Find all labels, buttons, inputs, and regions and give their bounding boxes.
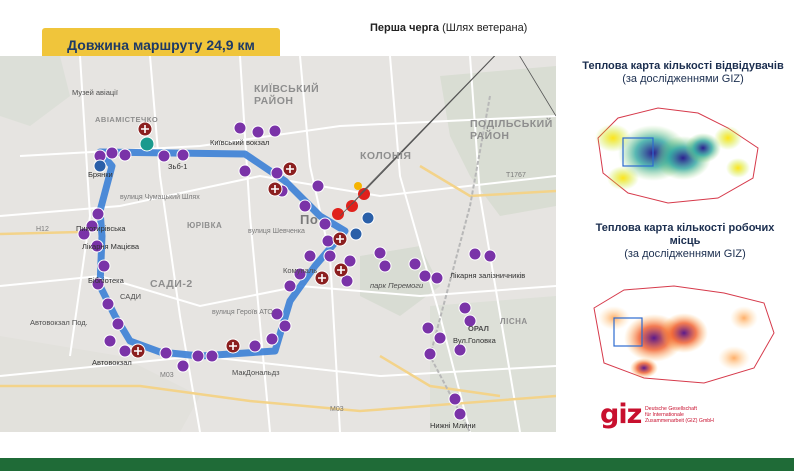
bus-stop-icon [265, 332, 279, 346]
first-stage-label: Перша черга (Шлях ветерана) [370, 22, 527, 34]
heatmap-visitors-image [595, 107, 759, 204]
heatmap-jobs-title: Теплова карта кількості робочих місць (за… [595, 222, 775, 260]
district-lisna: ЛІСНА [500, 317, 528, 326]
bus-stop-icon [105, 146, 119, 160]
bus-stop-icon [191, 349, 205, 363]
label-muzei: Музей авіації [72, 88, 118, 97]
bus-stop-icon [176, 359, 190, 373]
label-kommunalnyi: Комуналь [283, 266, 318, 275]
bus-stop-icon [468, 247, 482, 261]
bus-stop-icon [270, 166, 284, 180]
bus-stop-icon [118, 344, 132, 358]
bus-stop-icon [283, 279, 297, 293]
bus-stop-icon [238, 164, 252, 178]
district-koloniia: КОЛОНІЯ [360, 150, 412, 162]
bus-stop-icon [323, 249, 337, 263]
label-vul-holovka: Вул.Головка [453, 336, 496, 345]
bus-stop-icon [91, 207, 105, 221]
label-avtovokzal: Автовокзал [92, 358, 132, 367]
bus-stop-icon [378, 259, 392, 273]
label-likarnia-zaliznychnykiv: Лікарня залізничників [450, 271, 526, 280]
road-t1767: T1767 [506, 172, 526, 179]
bus-stop-icon [298, 199, 312, 213]
bus-stop-icon [97, 259, 111, 273]
bus-stop-icon [159, 346, 173, 360]
giz-logo: giz Deutsche Gesellschaft für Internatio… [600, 399, 714, 432]
location-pin-icon [354, 182, 362, 190]
heatmap-visitors-title: Теплова карта кількості відвідувачів (за… [582, 60, 784, 85]
bus-stop-icon [373, 246, 387, 260]
district-sadi2: САДИ-2 [150, 278, 193, 290]
library-icon [349, 227, 363, 241]
district-kyivskyi: КИЇВСЬКИЙ РАЙОН [254, 83, 320, 107]
road-m03: M03 [160, 372, 174, 379]
bus-stop-icon [268, 124, 282, 138]
label-pikotyrivska: Пикотирівська [76, 224, 126, 233]
bus-stop-icon [176, 148, 190, 162]
first-stage-rest: (Шлях ветерана) [439, 22, 528, 34]
bus-stop-icon [408, 257, 422, 271]
bus-stop-icon [103, 334, 117, 348]
label-oral: ОРАЛ [468, 324, 489, 333]
giz-org-text: Deutsche Gesellschaft für Internationale… [645, 406, 714, 424]
bus-stop-icon [311, 179, 325, 193]
location-pin-icon [346, 200, 358, 212]
bus-stop-icon [321, 234, 335, 248]
bus-stop-icon [430, 271, 444, 285]
label-shevchenka: вулиця Шевченка [248, 228, 305, 235]
bus-stop-icon [303, 249, 317, 263]
giz-mark: giz [600, 399, 642, 430]
label-avtovokzal-pod: Автовокзал Под. [30, 318, 88, 327]
road-h12: H12 [36, 226, 49, 233]
bus-stop-icon [453, 343, 467, 357]
bus-stop-icon [423, 347, 437, 361]
bus-stop-icon [101, 297, 115, 311]
heatmap-jobs-image [593, 285, 775, 384]
label-heroiv-ato: вулиця Героїв АТО [212, 309, 273, 316]
bus-stop-icon [448, 392, 462, 406]
district-yurivka: ЮРІВКА [187, 221, 223, 230]
first-stage-bold: Перша черга [370, 22, 440, 34]
bus-stop-icon [111, 317, 125, 331]
bus-stop-icon [118, 148, 132, 162]
bus-stop-icon [278, 319, 292, 333]
green-area-3 [430, 296, 556, 432]
city-map[interactable]: КИЇВСЬКИЙ РАЙОН ПОДІЛЬСЬКИЙ РАЙОН КОЛОНІ… [0, 56, 556, 432]
bus-stop-icon [453, 407, 467, 421]
label-kyivskyi-vokzal: Київський вокзал [210, 138, 270, 147]
footer-bar [0, 458, 794, 471]
bus-stop-icon [318, 217, 332, 231]
label-poltava: По [300, 212, 319, 227]
label-chumatskyi-shliakh: вулиця Чумацький Шлях [120, 194, 200, 201]
label-makdonalds: МакДональдз [232, 368, 280, 377]
bus-stop-icon [233, 121, 247, 135]
label-park-peremohy: парк Перемоги [370, 281, 424, 290]
label-brianky: Брянки [88, 170, 113, 179]
bus-stop-icon [248, 339, 262, 353]
green-area-2 [0, 56, 70, 126]
label-biblioteka: Біблiотека [88, 276, 124, 285]
bus-stop-icon [157, 149, 171, 163]
bus-stop-icon [433, 331, 447, 345]
label-nyzhni-mlyny: Нижні Млини [430, 421, 476, 430]
bus-stop-icon [483, 249, 497, 263]
district-podilskyi: ПОДІЛЬСЬКИЙ РАЙОН [470, 118, 553, 142]
district-aviamistechko: АВІАМІСТЕЧКО [95, 115, 159, 124]
bus-stop-icon [251, 125, 265, 139]
road-m03b: M03 [330, 406, 344, 413]
bus-stop-icon [458, 301, 472, 315]
label-likarnia-matsyieva: Лікарня Мацієва [82, 242, 140, 251]
label-zby1: Зьб-1 [168, 162, 188, 171]
library-icon [361, 211, 375, 225]
bus-stop-icon [205, 349, 219, 363]
bus-stop-icon [421, 321, 435, 335]
label-sadi: САДИ [120, 292, 141, 301]
poi-teal-icon [139, 136, 155, 152]
